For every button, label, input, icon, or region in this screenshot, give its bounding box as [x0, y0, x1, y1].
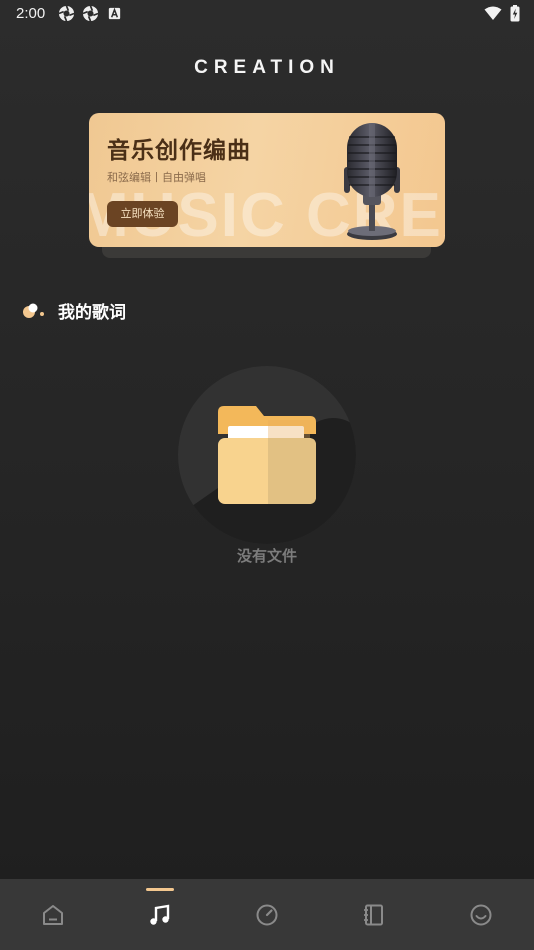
status-notification-icons	[58, 5, 123, 22]
my-lyrics-header: 我的歌词	[22, 298, 126, 323]
status-time: 2:00	[16, 5, 46, 22]
nav-home[interactable]	[0, 879, 107, 950]
music-note-icon	[150, 904, 170, 925]
nav-music[interactable]	[107, 879, 214, 950]
battery-charging-icon	[510, 5, 520, 22]
compass-icon	[256, 904, 278, 925]
empty-state-text: 没有文件	[236, 547, 297, 565]
music-creation-banner[interactable]: MUSIC CREATIO 音乐创作编曲 和弦编辑丨自由弹唱 立即体验	[89, 113, 445, 247]
font-a-icon	[108, 7, 121, 20]
aperture-icon	[58, 5, 75, 22]
smile-icon	[470, 904, 492, 925]
notebook-icon	[363, 904, 383, 925]
section-title: 我的歌词	[58, 303, 126, 323]
banner-subtitle: 和弦编辑丨自由弹唱	[107, 171, 206, 184]
folder-icon	[218, 406, 316, 504]
nav-discover[interactable]	[214, 879, 321, 950]
active-tab-indicator	[146, 888, 175, 891]
try-now-button[interactable]: 立即体验	[107, 201, 178, 227]
aperture-icon	[82, 5, 99, 22]
banner-title: 音乐创作编曲	[107, 138, 251, 164]
status-bar: 2:00	[0, 0, 534, 28]
microphone-image	[344, 123, 400, 240]
nav-profile[interactable]	[427, 879, 534, 950]
nav-notebook[interactable]	[320, 879, 427, 950]
status-system-icons	[484, 5, 520, 22]
bottom-navigation	[0, 879, 534, 950]
app-brand-title: CREATION	[194, 57, 340, 78]
wifi-icon	[484, 6, 502, 20]
home-icon	[43, 904, 64, 925]
dots-icon	[22, 300, 46, 322]
